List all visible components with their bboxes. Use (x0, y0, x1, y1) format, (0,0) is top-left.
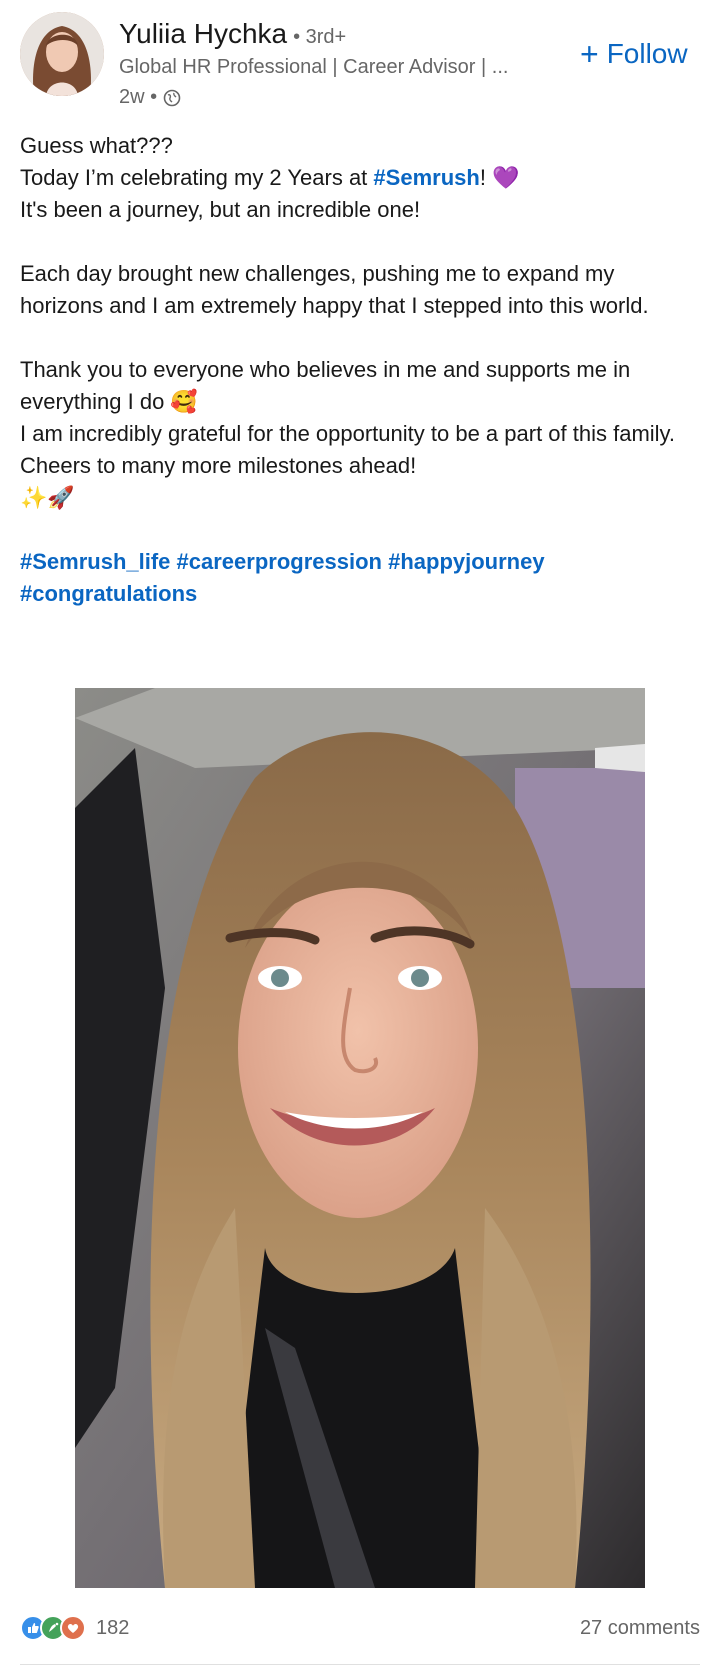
author-name-row: Yuliia Hychka • 3rd+ (119, 18, 346, 50)
post-paragraph-2: Each day brought new challenges, pushing… (20, 261, 649, 318)
follow-button[interactable]: + Follow (580, 38, 688, 70)
follow-label: Follow (606, 38, 688, 69)
post-line-2-text: Today I’m celebrating my 2 Years at (20, 165, 374, 190)
post-meta: 2w • (119, 86, 181, 109)
author-headline: Global HR Professional | Career Advisor … (119, 56, 509, 78)
hashtag-list: #Semrush_life #careerprogression #happyj… (20, 546, 700, 610)
love-icon (60, 1615, 86, 1641)
hashtag[interactable]: #happyjourney (388, 549, 544, 574)
post-image[interactable] (75, 688, 645, 1588)
post-paragraph-3a: Thank you to everyone who believes in me… (20, 357, 631, 414)
globe-icon (163, 89, 181, 107)
social-bar: 182 27 comments (20, 1610, 700, 1646)
hashtag[interactable]: #Semrush_life (20, 549, 170, 574)
author-name[interactable]: Yuliia Hychka (119, 18, 287, 50)
hashtag[interactable]: #congratulations (20, 581, 197, 606)
post-time: 2w • (119, 86, 158, 108)
hashtag-semrush[interactable]: #Semrush (373, 165, 479, 190)
post-header: Yuliia Hychka • 3rd+ Global HR Professio… (0, 0, 720, 120)
reaction-count: 182 (96, 1616, 130, 1639)
post-body: Guess what??? Today I’m celebrating my 2… (20, 130, 700, 610)
post-line-2: Today I’m celebrating my 2 Years at #Sem… (20, 162, 700, 194)
reactions-summary[interactable]: 182 (20, 1615, 129, 1641)
author-avatar[interactable] (20, 12, 104, 96)
comments-link[interactable]: 27 comments (580, 1617, 700, 1640)
post-line-2-end: ! 💜 (479, 165, 520, 190)
post-paragraph-3b: I am incredibly grateful for the opportu… (20, 421, 676, 446)
post-emoji-line: ✨🚀 (20, 485, 75, 510)
connection-degree: • 3rd+ (293, 26, 347, 48)
post-line-3: It's been a journey, but an incredible o… (20, 197, 421, 222)
plus-icon: + (580, 36, 599, 72)
divider (20, 1664, 700, 1665)
post-paragraph-3c: Cheers to many more milestones ahead! (20, 453, 417, 478)
hashtag[interactable]: #careerprogression (177, 549, 382, 574)
post-line-1: Guess what??? (20, 133, 173, 158)
